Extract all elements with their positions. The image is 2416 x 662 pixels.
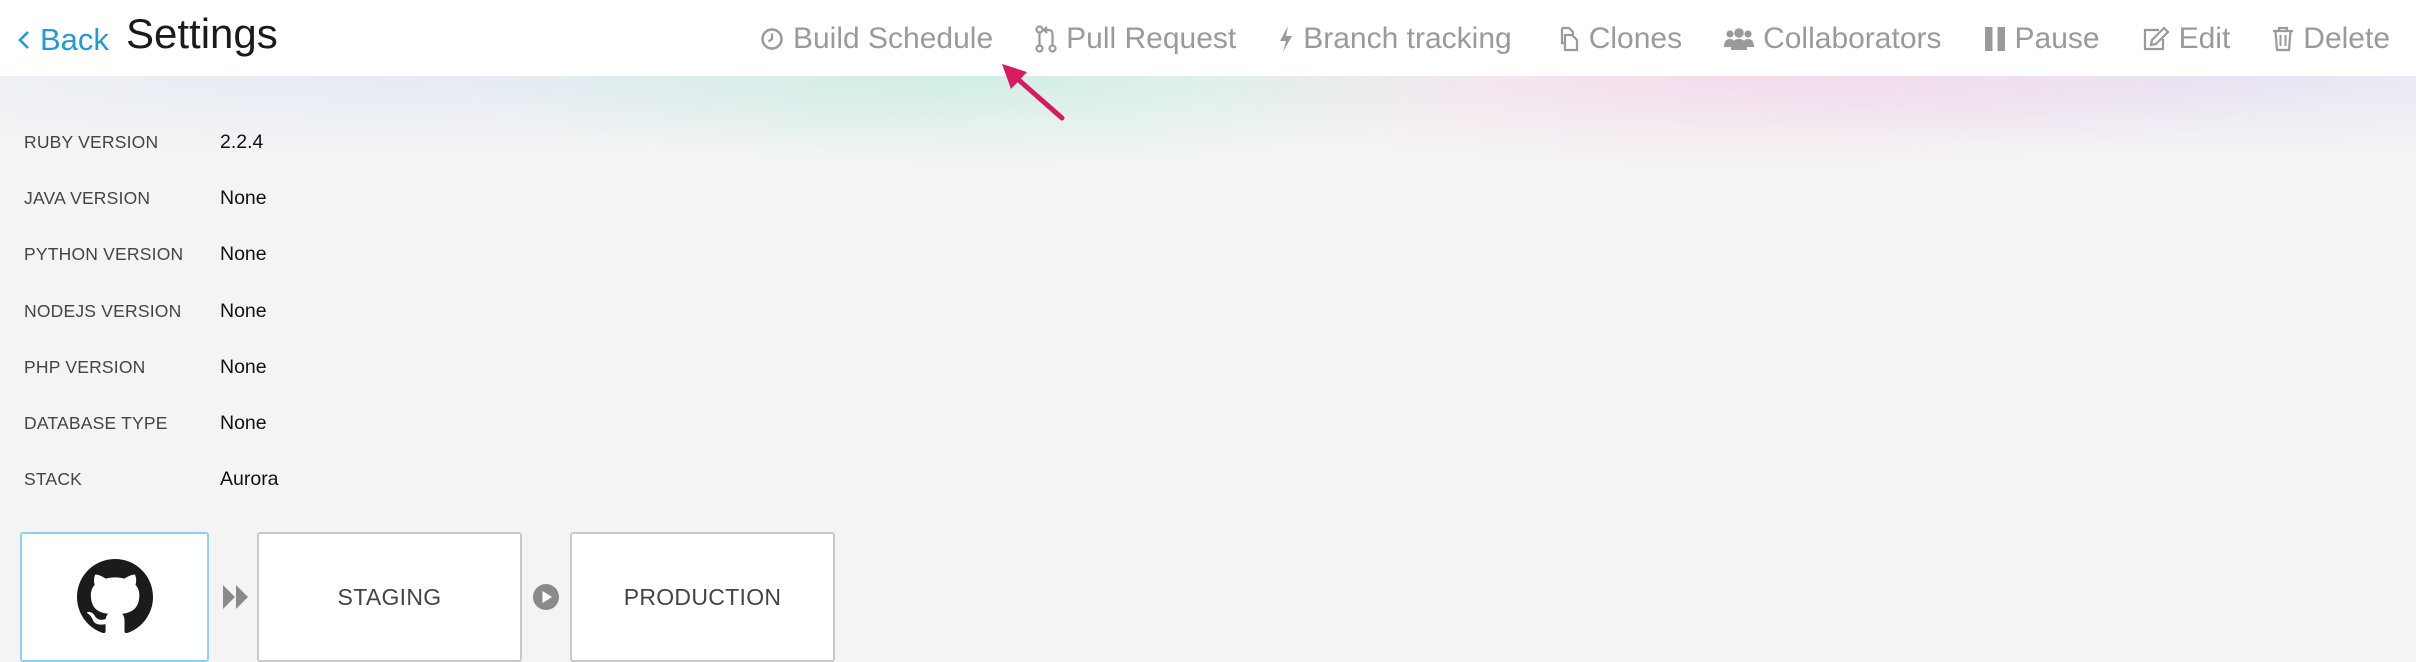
setting-value: None — [220, 299, 267, 322]
collaborators-label: Collaborators — [1763, 22, 1942, 55]
toolbar: Build Schedule Pull Request Branch track… — [760, 22, 2390, 56]
delete-label: Delete — [2303, 22, 2390, 55]
clones-button[interactable]: Clones — [1554, 22, 1682, 56]
pull-request-icon — [1035, 25, 1057, 53]
setting-label: STACK — [24, 469, 83, 490]
setting-row-stack: STACK Aurora — [24, 452, 279, 508]
stage-label: PRODUCTION — [623, 583, 782, 610]
bolt-icon — [1280, 26, 1293, 52]
delete-button[interactable]: Delete — [2272, 22, 2390, 56]
setting-value: None — [220, 355, 267, 378]
clone-icon — [1560, 26, 1578, 52]
pause-button[interactable]: Pause — [1984, 22, 2100, 56]
pull-request-label: Pull Request — [1066, 22, 1237, 55]
header-bar: Back Settings Build Schedule Pull Reques… — [0, 0, 2416, 76]
setting-value: 2.2.4 — [220, 130, 264, 153]
settings-list: RUBY VERSION 2.2.4 JAVA VERSION None PYT… — [24, 114, 279, 508]
setting-value: None — [220, 412, 267, 435]
trash-icon — [2273, 26, 2294, 52]
pause-label: Pause — [2014, 22, 2100, 55]
setting-label: PYTHON VERSION — [24, 244, 184, 265]
setting-row-php-version: PHP VERSION None — [24, 339, 279, 395]
setting-value: None — [220, 243, 267, 266]
annotation-arrow — [1002, 64, 1065, 121]
github-icon — [76, 559, 153, 634]
branch-tracking-label: Branch tracking — [1303, 22, 1512, 55]
pipeline-source-stage[interactable] — [20, 532, 209, 662]
branch-tracking-button[interactable]: Branch tracking — [1278, 22, 1512, 56]
header-gradient-band — [0, 76, 2416, 226]
fast-forward-icon — [223, 585, 248, 609]
pipeline-stage-staging[interactable]: STAGING — [257, 532, 522, 662]
edit-button[interactable]: Edit — [2142, 22, 2231, 56]
setting-label: NODEJS VERSION — [24, 300, 182, 321]
setting-row-python-version: PYTHON VERSION None — [24, 227, 279, 283]
pause-icon — [1984, 27, 2005, 51]
setting-value: None — [220, 186, 267, 209]
clones-label: Clones — [1588, 22, 1683, 55]
setting-row-nodejs-version: NODEJS VERSION None — [24, 283, 279, 339]
build-schedule-label: Build Schedule — [792, 22, 994, 55]
setting-row-java-version: JAVA VERSION None — [24, 170, 279, 226]
setting-value: Aurora — [220, 468, 279, 491]
pipeline-stage-production[interactable]: PRODUCTION — [570, 532, 835, 662]
setting-row-database-type: DATABASE TYPE None — [24, 395, 279, 451]
page-title: Settings — [126, 10, 278, 57]
back-link[interactable]: Back — [18, 22, 109, 58]
setting-label: JAVA VERSION — [24, 187, 151, 208]
edit-label: Edit — [2178, 22, 2231, 55]
setting-row-ruby-version: RUBY VERSION 2.2.4 — [24, 114, 279, 170]
collaborators-button[interactable]: Collaborators — [1724, 22, 1942, 56]
play-circle-icon[interactable] — [532, 583, 560, 611]
edit-icon — [2143, 26, 2170, 51]
setting-label: RUBY VERSION — [24, 131, 159, 152]
stage-label: STAGING — [337, 583, 442, 610]
pull-request-button[interactable]: Pull Request — [1035, 22, 1236, 56]
back-label: Back — [40, 22, 109, 57]
users-icon — [1724, 28, 1755, 50]
clock-icon — [761, 28, 783, 50]
setting-label: DATABASE TYPE — [24, 413, 168, 434]
build-schedule-button[interactable]: Build Schedule — [760, 22, 993, 56]
setting-label: PHP VERSION — [24, 356, 146, 377]
chevron-left-icon — [18, 31, 29, 49]
